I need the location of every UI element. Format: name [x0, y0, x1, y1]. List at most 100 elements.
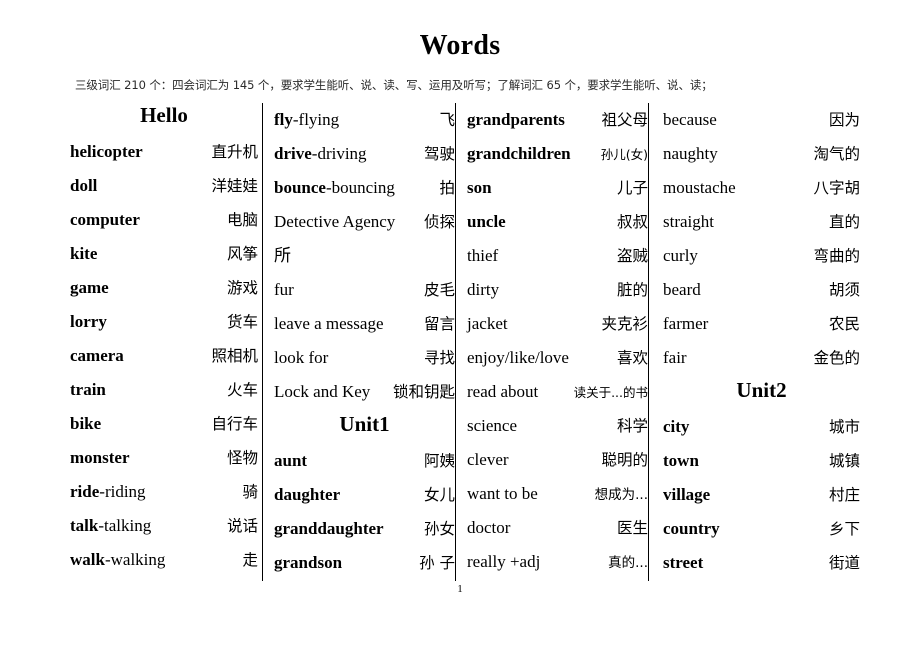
- word-english: straight: [663, 212, 714, 231]
- word-english: clever: [467, 450, 509, 469]
- word-entry: walk-walking 走: [70, 543, 258, 577]
- word-chinese: 医生: [616, 519, 648, 537]
- word-english: bike: [70, 414, 102, 433]
- word-english: really +adj: [467, 552, 541, 571]
- word-entry: train 火车: [70, 373, 258, 407]
- word-entry: look for 寻找: [274, 341, 455, 375]
- word-english: grandson: [274, 553, 343, 572]
- word-list-page: Words 三级词汇 210 个：四会词汇为 145 个，要求学生能听、说、读、…: [0, 0, 920, 651]
- word-chinese: 乡下: [828, 520, 860, 538]
- word-english: town: [663, 451, 699, 470]
- word-entry: talk-talking 说话: [70, 509, 258, 543]
- word-chinese: 电脑: [226, 211, 258, 229]
- word-chinese: 骑: [242, 483, 258, 501]
- word-chinese: 想成为...: [594, 487, 648, 503]
- word-chinese: 孙 子: [419, 554, 455, 572]
- word-chinese: 聪明的: [601, 451, 648, 469]
- word-chinese: 村庄: [828, 486, 860, 504]
- word-entry: beard 胡须: [663, 273, 860, 307]
- word-english: grandparents: [467, 110, 565, 129]
- word-chinese: 祖父母: [601, 111, 648, 129]
- word-chinese: 驾驶: [423, 145, 455, 163]
- word-english: drive-driving: [274, 144, 367, 163]
- page-title: Words: [419, 30, 501, 61]
- word-english-suffix: -walking: [104, 550, 166, 569]
- word-english: camera: [70, 346, 124, 365]
- word-english: computer: [70, 210, 140, 229]
- word-english: village: [663, 485, 711, 504]
- word-english: country: [663, 519, 720, 538]
- word-english: want to be: [467, 484, 538, 503]
- word-english: uncle: [467, 212, 506, 231]
- word-chinese: 锁和钥匙: [392, 383, 455, 401]
- word-chinese: 因为: [828, 111, 860, 129]
- word-entry: village 村庄: [663, 478, 860, 512]
- word-chinese: 火车: [226, 381, 258, 399]
- word-chinese: 女儿: [423, 486, 455, 504]
- word-entry: monster 怪物: [70, 441, 258, 475]
- word-entry: leave a message 留言: [274, 307, 455, 341]
- word-chinese: 侦探: [423, 213, 455, 231]
- word-english: doll: [70, 176, 98, 195]
- word-entry: ride-riding 骑: [70, 475, 258, 509]
- word-entry: street 街道: [663, 546, 860, 580]
- word-entry: kite 风筝: [70, 237, 258, 271]
- word-entry: fly-flying 飞: [274, 103, 455, 137]
- word-english: talk-talking: [70, 516, 152, 535]
- word-entry: town 城镇: [663, 444, 860, 478]
- word-english-suffix: -bouncing: [325, 178, 395, 197]
- word-chinese: 风筝: [226, 245, 258, 263]
- word-chinese: 拍: [439, 179, 455, 197]
- word-entry-continuation: 所: [274, 246, 291, 265]
- word-entry: straight 直的: [663, 205, 860, 239]
- word-english-suffix: -flying: [292, 110, 340, 129]
- word-chinese: 游戏: [226, 279, 258, 297]
- word-entry: science 科学: [467, 409, 648, 443]
- word-english: Lock and Key: [274, 382, 371, 401]
- word-english: leave a message: [274, 314, 384, 333]
- word-column-2: fly-flying 飞 drive-driving 驾驶 bounce-bouncin…: [262, 103, 455, 581]
- word-english: bounce-bouncing: [274, 178, 395, 197]
- word-entry: want to be 想成为...: [467, 477, 648, 511]
- word-entry: lorry 货车: [70, 305, 258, 339]
- word-english: look for: [274, 348, 329, 367]
- word-entry: bounce-bouncing 拍: [274, 171, 455, 205]
- word-english: lorry: [70, 312, 107, 331]
- word-entry: computer 电脑: [70, 203, 258, 237]
- word-chinese: 皮毛: [423, 281, 455, 299]
- word-english: ride-riding: [70, 482, 146, 501]
- word-english: naughty: [663, 144, 718, 163]
- word-english: Detective Agency: [274, 212, 396, 231]
- word-entry: enjoy/like/love 喜欢: [467, 341, 648, 375]
- word-chinese: 孙女: [423, 520, 455, 538]
- word-chinese: 走: [242, 551, 258, 569]
- word-entry: country 乡下: [663, 512, 860, 546]
- word-english: dirty: [467, 280, 500, 299]
- word-english: curly: [663, 246, 698, 265]
- unit-heading: Hello: [140, 103, 188, 127]
- word-entry: Detective Agency 侦探: [274, 205, 455, 239]
- word-chinese: 八字胡: [813, 179, 860, 197]
- word-chinese: 货车: [226, 313, 258, 331]
- word-chinese: 叔叔: [616, 213, 648, 231]
- word-entry: thief 盗贼: [467, 239, 648, 273]
- word-entry: moustache 八字胡: [663, 171, 860, 205]
- word-english: kite: [70, 244, 98, 263]
- word-chinese: 农民: [828, 315, 860, 333]
- word-english: fly-flying: [274, 110, 340, 129]
- word-english: beard: [663, 280, 701, 299]
- word-entry: doctor 医生: [467, 511, 648, 545]
- unit-heading: Unit2: [736, 378, 787, 402]
- word-english: aunt: [274, 451, 308, 470]
- word-english: jacket: [467, 314, 508, 333]
- word-english: farmer: [663, 314, 709, 333]
- word-english: game: [70, 278, 109, 297]
- word-chinese: 喜欢: [616, 349, 648, 367]
- word-entry: doll 洋娃娃: [70, 169, 258, 203]
- word-entry: jacket 夹克衫: [467, 307, 648, 341]
- word-english: granddaughter: [274, 519, 384, 538]
- word-english: train: [70, 380, 106, 399]
- word-chinese: 照相机: [211, 347, 258, 365]
- word-english: moustache: [663, 178, 736, 197]
- word-entry: grandparents 祖父母: [467, 103, 648, 137]
